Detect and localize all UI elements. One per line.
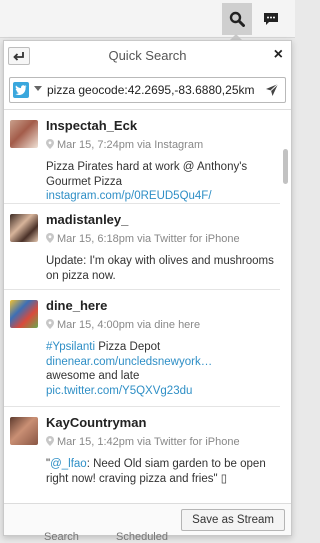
quick-search-panel: Quick Search × Inspectah_Eck Mar 15, 7:2… — [3, 40, 292, 536]
save-as-stream-button[interactable]: Save as Stream — [181, 509, 285, 531]
list-item[interactable]: madistanley_ Mar 15, 6:18pm via Twitter … — [4, 204, 280, 290]
user-name[interactable]: KayCountryman — [46, 415, 146, 430]
avatar[interactable] — [10, 300, 38, 328]
hashtag-link[interactable]: #Ypsilanti — [46, 341, 95, 353]
list-item[interactable]: Inspectah_Eck Mar 15, 7:24pm via Instagr… — [4, 110, 280, 204]
tab-search[interactable]: Search — [44, 531, 79, 543]
tweet-meta: Mar 15, 6:18pm via Twitter for iPhone — [46, 233, 240, 245]
search-icon — [229, 11, 245, 27]
messages-toolbar-button[interactable] — [257, 3, 285, 35]
close-button[interactable]: × — [274, 46, 283, 64]
list-item[interactable]: dine_here Mar 15, 4:00pm via dine here #… — [4, 290, 280, 407]
search-query-bar — [9, 77, 286, 103]
panel-title: Quick Search — [108, 48, 187, 63]
tab-scheduled[interactable]: Scheduled — [116, 531, 168, 543]
tweet-text: Pizza Pirates hard at work @ Anthony's G… — [46, 161, 248, 202]
tweet-meta: Mar 15, 7:24pm via Instagram — [46, 139, 203, 151]
tweet-text: #Ypsilanti Pizza Depot dinenear.com/uncl… — [46, 341, 213, 397]
user-name[interactable]: Inspectah_Eck — [46, 118, 137, 133]
tweet-text: Update: I'm okay with olives and mushroo… — [46, 255, 274, 282]
tweet-text: "@_lfao: Need Old siam garden to be open… — [46, 458, 266, 485]
user-name[interactable]: madistanley_ — [46, 212, 128, 227]
location-pin-icon — [46, 319, 54, 329]
mention-link[interactable]: @_lfao — [50, 458, 87, 470]
scrollbar-thumb[interactable] — [283, 149, 288, 184]
twitter-icon[interactable] — [13, 82, 29, 98]
search-toolbar-button[interactable] — [222, 3, 252, 35]
avatar[interactable] — [10, 120, 38, 148]
search-query-input[interactable] — [47, 80, 257, 100]
tweet-meta: Mar 15, 4:00pm via dine here — [46, 319, 200, 331]
background-tabs: Search Scheduled — [0, 531, 295, 543]
tweet-image-link[interactable]: pic.twitter.com/Y5QXVg23du — [46, 385, 192, 397]
avatar[interactable] — [10, 417, 38, 445]
list-item[interactable]: KayCountryman Mar 15, 1:42pm via Twitter… — [4, 407, 280, 501]
network-dropdown-caret[interactable] — [34, 86, 42, 91]
tweet-timestamp: Mar 15, 4:00pm via dine here — [57, 319, 201, 331]
paper-plane-icon[interactable] — [265, 83, 279, 97]
tweet-link[interactable]: dinenear.com/uncledsnewyork… — [46, 356, 212, 368]
tweet-timestamp: Mar 15, 7:24pm via Instagram — [57, 139, 204, 151]
avatar[interactable] — [10, 214, 38, 242]
tweet-timestamp: Mar 15, 1:42pm via Twitter for iPhone — [57, 436, 240, 448]
location-pin-icon — [46, 436, 54, 446]
panel-header: Quick Search × — [4, 41, 291, 71]
tweet-timestamp: Mar 15, 6:18pm via Twitter for iPhone — [57, 233, 240, 245]
top-toolbar — [0, 0, 295, 38]
tweet-link[interactable]: instagram.com/p/0REUD5Qu4F/ — [46, 190, 212, 202]
location-pin-icon — [46, 139, 54, 149]
user-name[interactable]: dine_here — [46, 298, 107, 313]
chat-bubble-icon — [264, 12, 278, 25]
tweet-meta: Mar 15, 1:42pm via Twitter for iPhone — [46, 436, 240, 448]
search-results-list: Inspectah_Eck Mar 15, 7:24pm via Instagr… — [4, 109, 291, 501]
location-pin-icon — [46, 233, 54, 243]
